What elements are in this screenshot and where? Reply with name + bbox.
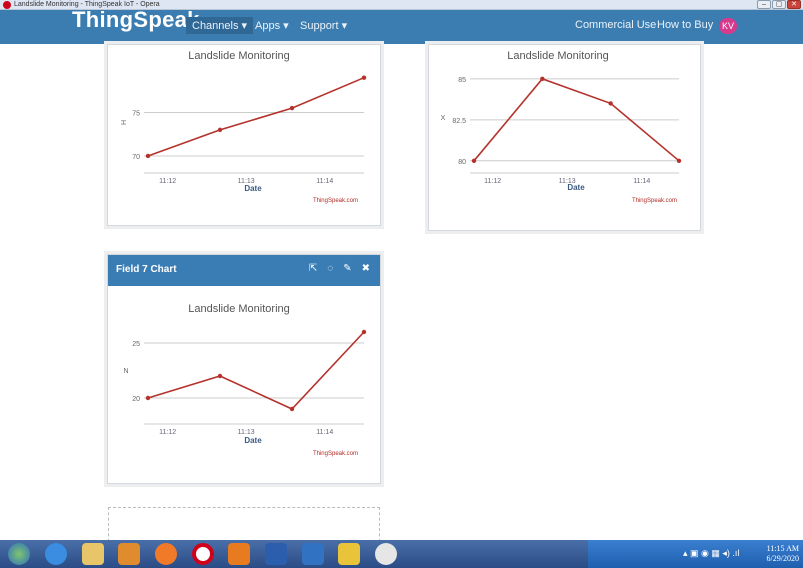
start-icon[interactable] — [8, 543, 30, 565]
data-point — [289, 105, 295, 111]
y-tick-label: 80 — [458, 159, 466, 166]
x-axis-label: Date — [244, 184, 262, 193]
chart-card-field7: Field 7 Chart ⇱ ◌ ✎ ✖ Landslide Monitori… — [107, 254, 381, 484]
chart-1: Landslide Monitoring H 707511:12 11:13 11:… — [121, 50, 367, 204]
y-axis-label: H — [121, 120, 128, 125]
chart-2: Landslide Monitoring X 80 82.5 85 11:12 11:1… — [441, 50, 682, 204]
windows-taskbar: ▴ ▣ ◉ ▦ ◂) .ıl 11:15 AM 6/29/2020 — [0, 540, 803, 568]
edit-pencil-icon[interactable]: ✎ — [343, 263, 351, 274]
series-line — [147, 76, 365, 157]
data-point — [145, 153, 151, 159]
open-external-icon[interactable]: ⇱ — [309, 263, 317, 274]
chart-card-1: Landslide Monitoring H 70 75 11:12 11:13 11:… — [107, 44, 381, 226]
chrome-icon[interactable] — [375, 543, 397, 565]
maximize-button[interactable]: ▢ — [772, 0, 786, 9]
x-tick-label: 11:13 — [238, 429, 255, 436]
system-tray: ▴ ▣ ◉ ▦ ◂) .ıl 11:15 AM 6/29/2020 — [588, 540, 803, 568]
data-point — [471, 158, 477, 164]
x-tick-label: 11:14 — [316, 178, 333, 185]
explorer-icon[interactable] — [82, 543, 104, 565]
data-point — [289, 406, 295, 412]
chart-card-2: Landslide Monitoring X 80 82.5 85 11:12 11:1… — [428, 44, 701, 231]
x-axis-label: Date — [244, 436, 262, 445]
y-tick-label: 25 — [132, 341, 140, 348]
y-tick-label: 85 — [458, 77, 466, 84]
app-icon[interactable] — [228, 543, 250, 565]
nav-channels[interactable]: Channels ▾ — [186, 17, 254, 34]
y-tick-label: 20 — [132, 396, 140, 403]
firefox-icon[interactable] — [155, 543, 177, 565]
clock-time: 11:15 AM — [766, 544, 799, 553]
top-navbar: ThingSpeak Channels ▾ Apps ▾ Support ▾ C… — [0, 7, 803, 44]
close-button[interactable]: ✕ — [787, 0, 801, 9]
card-header-title: Field 7 Chart — [116, 264, 177, 275]
series-line — [147, 331, 365, 410]
chart-title: Landslide Monitoring — [188, 303, 290, 315]
minimize-button[interactable]: – — [757, 0, 771, 9]
x-tick-label: 11:12 — [159, 429, 176, 436]
data-point — [608, 101, 613, 106]
nav-how-to-buy[interactable]: How to Buy — [657, 19, 713, 31]
data-point — [540, 76, 545, 82]
card-header-actions: ⇱ ◌ ✎ ✖ — [309, 263, 370, 274]
chart-title: Landslide Monitoring — [188, 50, 290, 62]
chart-title: Landslide Monitoring — [507, 50, 609, 62]
opera-icon — [3, 1, 11, 9]
thingspeak-credit-link[interactable]: ThingSpeak.com — [313, 198, 358, 204]
clock[interactable]: 11:15 AM 6/29/2020 — [767, 544, 799, 564]
chart-3: Landslide Monitoring N 20 25 11:12 11:13 11:… — [123, 303, 367, 457]
tray-icons[interactable]: ▴ ▣ ◉ ▦ ◂) .ıl — [683, 548, 739, 559]
x-tick-label: 11:12 — [484, 178, 501, 185]
nav-commercial-use[interactable]: Commercial Use — [575, 19, 656, 31]
nav-support[interactable]: Support ▾ — [300, 19, 347, 32]
card-header: Field 7 Chart ⇱ ◌ ✎ ✖ — [108, 255, 380, 286]
y-tick-label: 82.5 — [452, 118, 466, 125]
data-point — [361, 75, 367, 80]
data-point — [145, 395, 151, 401]
x-axis-label: Date — [567, 183, 585, 192]
comment-icon[interactable]: ◌ — [327, 263, 333, 274]
user-avatar[interactable]: KV — [719, 18, 737, 34]
data-point — [676, 158, 682, 164]
x-tick-label: 11:12 — [159, 178, 176, 185]
data-point — [217, 127, 223, 133]
data-point — [217, 373, 223, 379]
thingspeak-credit-link[interactable]: ThingSpeak.com — [632, 198, 677, 204]
y-tick-label: 75 — [132, 110, 140, 117]
y-axis-label: X — [441, 115, 446, 122]
media-icon[interactable] — [118, 543, 140, 565]
vscode-icon[interactable] — [302, 543, 324, 565]
x-tick-label: 11:14 — [633, 178, 650, 185]
word-icon[interactable] — [265, 543, 287, 565]
clock-date: 6/29/2020 — [766, 554, 799, 563]
close-icon[interactable]: ✖ — [362, 263, 370, 274]
x-tick-label: 11:14 — [316, 429, 333, 436]
thingspeak-logo[interactable]: ThingSpeak — [72, 7, 200, 33]
nav-apps[interactable]: Apps ▾ — [255, 19, 289, 32]
thingspeak-credit-link[interactable]: ThingSpeak.com — [313, 451, 358, 457]
opera-icon[interactable] — [192, 543, 214, 565]
y-tick-label: 70 — [132, 154, 140, 161]
y-axis-label: N — [123, 368, 128, 375]
window-controls: – ▢ ✕ — [757, 0, 801, 10]
data-point — [361, 329, 367, 335]
python-icon[interactable] — [338, 543, 360, 565]
ie-icon[interactable] — [45, 543, 67, 565]
